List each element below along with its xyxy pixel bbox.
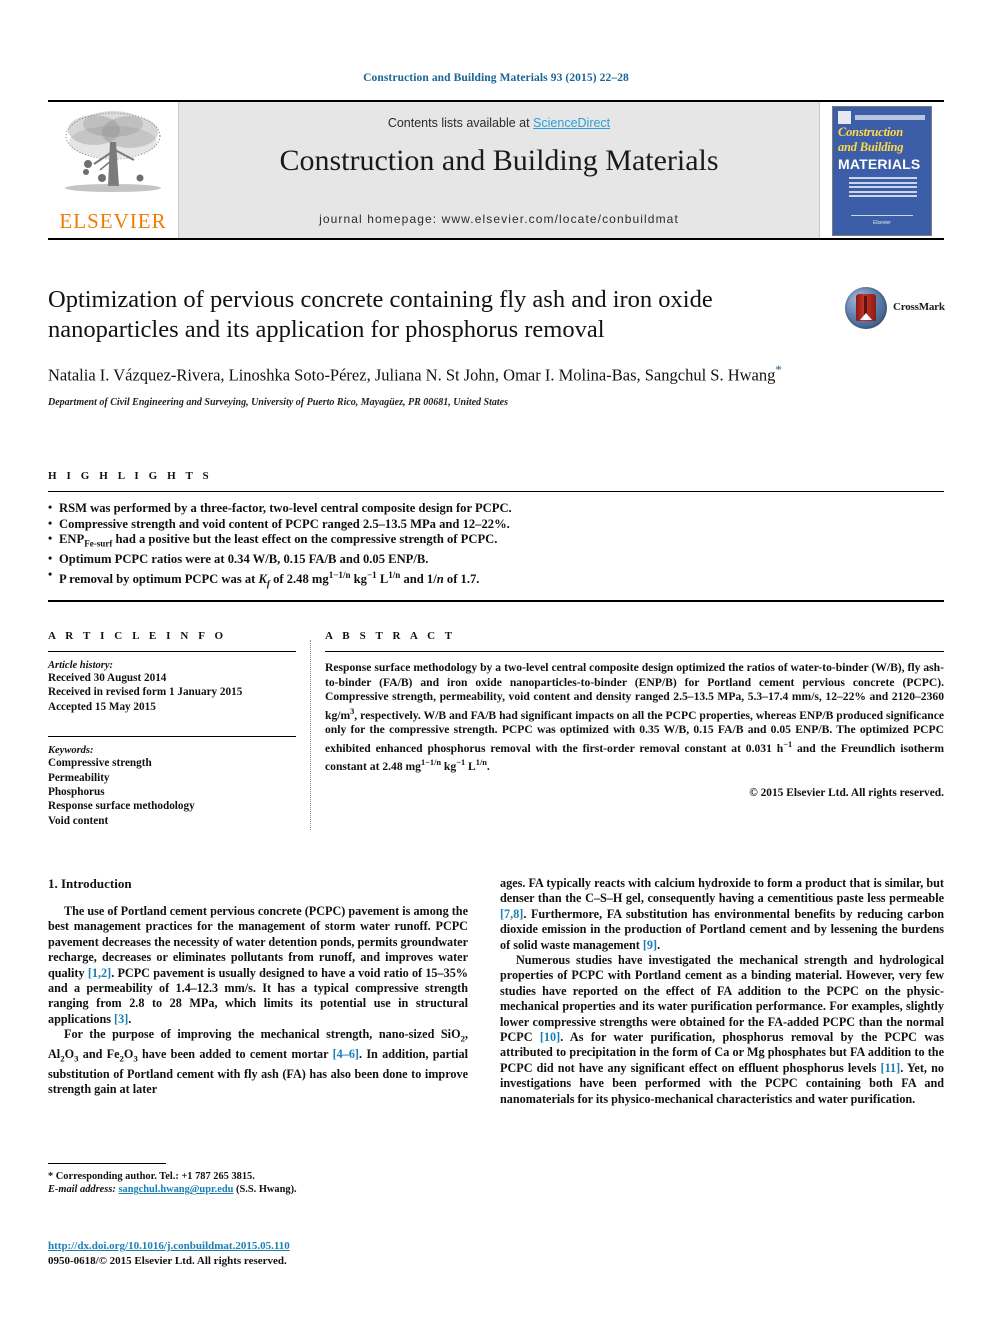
article-info-section: A R T I C L E I N F O Article history: R… <box>48 630 296 828</box>
contents-prefix: Contents lists available at <box>387 116 534 130</box>
paragraph: ages. FA typically reacts with calcium h… <box>500 876 944 952</box>
info-abstract-divider <box>310 640 311 830</box>
footnote-rule <box>48 1163 166 1164</box>
doi-link[interactable]: http://dx.doi.org/10.1016/j.conbuildmat.… <box>48 1240 290 1252</box>
article-page: Construction and Building Materials 93 (… <box>0 0 992 1323</box>
keyword-item: Phosphorus <box>48 786 105 799</box>
copyright-line: © 2015 Elsevier Ltd. All rights reserved… <box>749 786 944 799</box>
journal-cover-thumbnail: Construction and Building MATERIALS Else… <box>832 106 932 236</box>
crossmark-label: CrossMark <box>893 301 945 313</box>
cover-title-line1: Construction <box>838 125 903 139</box>
cover-title-line2: and Building <box>838 140 904 154</box>
contents-available-line: Contents lists available at ScienceDirec… <box>179 116 819 130</box>
cover-top-bar <box>855 115 925 120</box>
article-history-label: Article history: <box>48 660 114 671</box>
email-suffix: (S.S. Hwang). <box>236 1184 297 1196</box>
cover-footer-text: Elsevier <box>873 220 891 226</box>
journal-cover-block: Construction and Building MATERIALS Else… <box>819 102 944 238</box>
cover-title-line3: MATERIALS <box>838 156 921 172</box>
paragraph: For the purpose of improving the mechani… <box>48 1027 468 1097</box>
sciencedirect-link[interactable]: ScienceDirect <box>533 116 610 130</box>
cover-elsevier-icon <box>838 111 851 124</box>
email-label: E-mail address: <box>48 1184 116 1196</box>
running-head: Construction and Building Materials 93 (… <box>363 72 629 84</box>
elsevier-wordmark: ELSEVIER <box>59 209 167 233</box>
cover-subtitle-lines <box>849 177 917 203</box>
list-item: P removal by optimum PCPC was at Kf of 2… <box>48 567 944 592</box>
article-title: Optimization of pervious concrete contai… <box>48 286 713 343</box>
article-history-item: Received 30 August 2014 <box>48 672 167 684</box>
elsevier-logo-block: ELSEVIER <box>48 102 179 238</box>
keyword-item: Compressive strength <box>48 757 152 770</box>
paragraph: Numerous studies have investigated the m… <box>500 953 944 1106</box>
keyword-item: Void content <box>48 814 109 827</box>
highlights-section: H I G H L I G H T S RSM was performed by… <box>48 470 944 603</box>
abstract-section: A B S T R A C T Response surface methodo… <box>325 630 944 799</box>
keyword-item: Response surface methodology <box>48 800 195 813</box>
elsevier-tree-icon <box>65 111 161 192</box>
footnote-block: * Corresponding author. Tel.: +1 787 265… <box>48 1163 468 1197</box>
abstract-body: Response surface methodology by a two-le… <box>325 661 945 774</box>
article-history-item: Accepted 15 May 2015 <box>48 700 156 713</box>
doi-block: http://dx.doi.org/10.1016/j.conbuildmat.… <box>48 1236 468 1268</box>
intro-left-column: 1. Introduction The use of Portland ceme… <box>48 876 468 1098</box>
list-item: Optimum PCPC ratios were at 0.34 W/B, 0.… <box>48 551 944 568</box>
masthead-center: Contents lists available at ScienceDirec… <box>179 102 819 238</box>
keywords-label: Keywords: <box>48 745 94 757</box>
crossmark-badge[interactable]: CrossMark <box>845 287 945 333</box>
crossmark-circle-icon <box>845 287 887 329</box>
author-list: Natalia I. Vázquez-Rivera, Linoshka Soto… <box>48 359 838 387</box>
highlights-bottom-rule <box>48 600 944 603</box>
article-info-heading: A R T I C L E I N F O <box>48 630 227 642</box>
list-item: Compressive strength and void content of… <box>48 516 944 533</box>
abstract-heading: A B S T R A C T <box>325 630 456 642</box>
affiliation: Department of Civil Engineering and Surv… <box>48 396 509 408</box>
article-history-item: Received in revised form 1 January 2015 <box>48 686 243 699</box>
issn-copyright-line: 0950-0618/© 2015 Elsevier Ltd. All right… <box>48 1255 287 1267</box>
corresponding-author-note: * Corresponding author. Tel.: +1 787 265… <box>48 1171 255 1182</box>
paragraph: The use of Portland cement pervious conc… <box>48 904 468 1026</box>
abstract-rule <box>325 651 944 652</box>
intro-right-column: ages. FA typically reacts with calcium h… <box>500 876 944 1107</box>
email-link[interactable]: sangchul.hwang@upr.edu <box>118 1184 233 1195</box>
list-item: ENPFe-surf had a positive but the least … <box>48 531 944 552</box>
highlights-list: RSM was performed by a three-factor, two… <box>48 492 944 592</box>
email-note: E-mail address: sangchul.hwang@upr.edu (… <box>48 1183 468 1196</box>
crossmark-arrow-icon <box>860 313 872 320</box>
article-info-rule <box>48 651 296 652</box>
list-item: RSM was performed by a three-factor, two… <box>48 500 944 517</box>
corresponding-author-marker: * <box>775 362 782 377</box>
journal-masthead: ELSEVIER Contents lists available at Sci… <box>48 100 944 240</box>
highlights-heading: H I G H L I G H T S <box>48 470 213 482</box>
keyword-item: Permeability <box>48 771 110 784</box>
title-area: Optimization of pervious concrete contai… <box>48 285 838 408</box>
author-names: Natalia I. Vázquez-Rivera, Linoshka Soto… <box>48 365 776 385</box>
keywords-rule <box>48 736 296 738</box>
introduction-heading: 1. Introduction <box>48 876 132 891</box>
journal-homepage-link[interactable]: journal homepage: www.elsevier.com/locat… <box>179 212 819 226</box>
cover-divider <box>851 215 913 216</box>
journal-title: Construction and Building Materials <box>279 144 719 177</box>
